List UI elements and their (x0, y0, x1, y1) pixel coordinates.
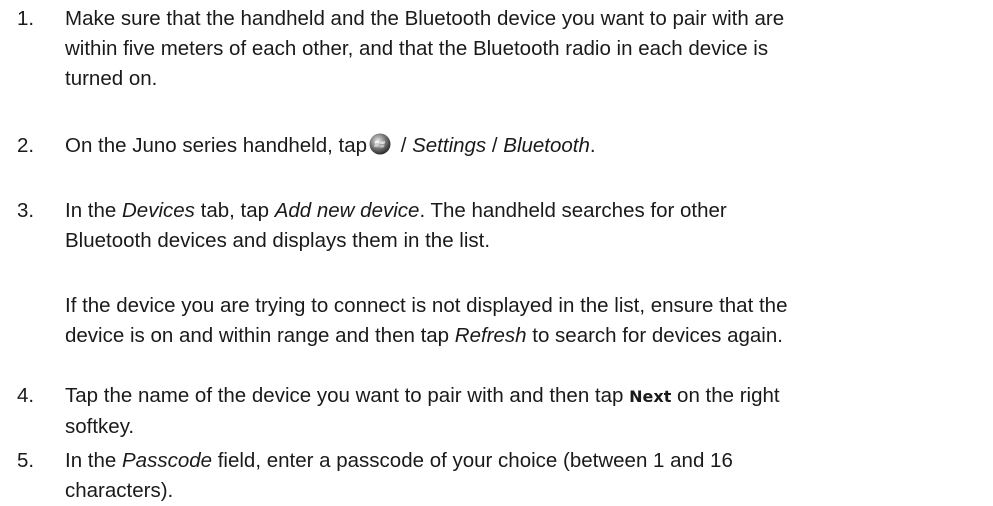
step-text-suffix: on the right (671, 384, 780, 407)
step-line: turned on. (65, 67, 158, 90)
bluetooth-label: Bluetooth (503, 134, 590, 157)
step-3-note: If the device you are trying to connect … (65, 291, 975, 351)
step-number: 3. (17, 199, 35, 222)
step-number: 2. (17, 134, 35, 157)
step-text: Make sure that the handheld and the Blue… (65, 4, 975, 94)
step-text: Tap the name of the device you want to p… (65, 381, 975, 442)
note-line-suffix: to search for devices again. (526, 324, 783, 347)
step-number: 4. (17, 384, 35, 407)
step-number: 5. (17, 449, 35, 472)
step-line: characters). (65, 479, 174, 502)
path-separator: / (486, 134, 504, 157)
step-line: within five meters of each other, and th… (65, 37, 769, 60)
settings-label: Settings (412, 134, 487, 157)
step-line: softkey. (65, 415, 135, 438)
step-text-rest: field, enter a passcode of your choice (… (212, 449, 733, 472)
next-softkey-label: Next (629, 387, 672, 406)
path-separator: / (395, 134, 413, 157)
step-text-rest: . The handheld searches for other (419, 199, 727, 222)
devices-tab-label: Devices (122, 199, 195, 222)
refresh-label: Refresh (454, 324, 527, 347)
step-text-prefix: In the (65, 449, 122, 472)
step-number: 1. (17, 7, 35, 30)
note-line: If the device you are trying to connect … (65, 294, 788, 317)
step-text: In the Passcode field, enter a passcode … (65, 446, 975, 506)
step-line: Make sure that the handheld and the Blue… (65, 7, 785, 30)
step-text-prefix: In the (65, 199, 122, 222)
step-text-prefix: On the Juno series handheld, tap (65, 134, 368, 157)
add-new-device-label: Add new device (274, 199, 420, 222)
step-text-mid: tab, tap (194, 199, 275, 222)
step-text-prefix: Tap the name of the device you want to p… (65, 384, 630, 407)
step-text: In the Devices tab, tap Add new device. … (65, 196, 975, 256)
step-text-suffix: . (589, 134, 596, 157)
passcode-field-label: Passcode (122, 449, 213, 472)
windows-start-icon (369, 133, 391, 155)
step-line: Bluetooth devices and displays them in t… (65, 229, 491, 252)
note-line-prefix: device is on and within range and then t… (65, 324, 455, 347)
step-text: On the Juno series handheld, tap / Setti… (65, 131, 975, 161)
